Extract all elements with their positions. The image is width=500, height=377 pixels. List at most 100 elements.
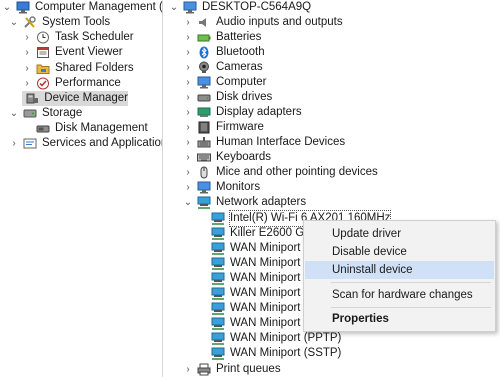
menu-item-disable-device[interactable]: Disable device bbox=[305, 243, 494, 261]
category-hid[interactable]: › Human Interface Devices bbox=[183, 135, 345, 150]
category-label: Monitors bbox=[216, 181, 261, 193]
category-network-adapters[interactable]: ⌄ Network adapters bbox=[183, 195, 306, 210]
chevron-right-icon[interactable]: › bbox=[22, 30, 32, 45]
tree-item-label: System Tools bbox=[42, 16, 111, 28]
category-firmware[interactable]: › Firmware bbox=[183, 120, 264, 135]
printer-icon bbox=[196, 363, 211, 376]
tree-item-label: Disk Management bbox=[55, 122, 148, 134]
chevron-right-icon[interactable]: › bbox=[183, 75, 193, 90]
menu-item-uninstall-device[interactable]: Uninstall device bbox=[305, 261, 494, 279]
computer-management-icon bbox=[15, 1, 30, 14]
tree-item-storage[interactable]: ⌄ Storage bbox=[9, 106, 82, 121]
chevron-down-icon[interactable]: ⌄ bbox=[9, 106, 19, 121]
chevron-right-icon[interactable]: › bbox=[183, 90, 193, 105]
tree-item-event-viewer[interactable]: › Event Viewer bbox=[22, 45, 123, 60]
tree-item-label: Device Manager bbox=[44, 92, 128, 104]
device-label: WAN Miniport ( bbox=[230, 257, 308, 269]
chevron-right-icon[interactable]: › bbox=[183, 120, 193, 135]
device-wan-miniport-pptp[interactable]: WAN Miniport (PPTP) bbox=[210, 331, 341, 346]
network-adapter-icon bbox=[210, 287, 225, 300]
tree-item-task-scheduler[interactable]: › Task Scheduler bbox=[22, 30, 134, 45]
category-label: Human Interface Devices bbox=[216, 136, 346, 148]
tree-item-shared-folders[interactable]: › Shared Folders bbox=[22, 61, 134, 76]
category-label: Display adapters bbox=[216, 106, 302, 118]
chevron-right-icon[interactable]: › bbox=[183, 180, 193, 195]
chevron-right-icon[interactable]: › bbox=[183, 60, 193, 75]
device-wan-miniport-sstp[interactable]: WAN Miniport (SSTP) bbox=[210, 346, 341, 361]
hid-icon bbox=[196, 136, 211, 149]
tree-item-label: Storage bbox=[42, 107, 83, 119]
display-adapter-icon bbox=[196, 106, 211, 119]
device-label: WAN Miniport ( bbox=[230, 287, 308, 299]
chevron-right-icon[interactable]: › bbox=[183, 135, 193, 150]
tree-item-label: DESKTOP-C564A9Q bbox=[202, 1, 312, 13]
menu-separator bbox=[331, 307, 491, 308]
chevron-down-icon[interactable]: ⌄ bbox=[9, 15, 19, 30]
chevron-right-icon[interactable]: › bbox=[183, 362, 193, 377]
device-label: WAN Miniport ( bbox=[230, 272, 308, 284]
tree-item-device-manager[interactable]: Device Manager bbox=[22, 91, 128, 106]
chevron-right-icon[interactable]: › bbox=[9, 136, 19, 151]
monitor-icon bbox=[196, 76, 211, 89]
chevron-right-icon[interactable]: › bbox=[22, 76, 32, 91]
network-adapter-icon bbox=[210, 317, 225, 330]
device-wan-miniport[interactable]: WAN Miniport ( bbox=[210, 316, 308, 331]
category-label: Batteries bbox=[216, 31, 262, 43]
category-mice[interactable]: › Mice and other pointing devices bbox=[183, 165, 378, 180]
device-wan-miniport[interactable]: WAN Miniport ( bbox=[210, 301, 308, 316]
device-wan-miniport[interactable]: WAN Miniport ( bbox=[210, 256, 308, 271]
chevron-down-icon[interactable]: ⌄ bbox=[169, 0, 179, 15]
chevron-right-icon[interactable]: › bbox=[22, 45, 32, 60]
category-audio[interactable]: › Audio inputs and outputs bbox=[183, 15, 342, 30]
chevron-right-icon[interactable]: › bbox=[22, 61, 32, 76]
chevron-down-icon[interactable]: ⌄ bbox=[2, 0, 12, 15]
tree-item-computer-management[interactable]: ⌄ Computer Management (Local) bbox=[2, 0, 162, 15]
chevron-right-icon[interactable]: › bbox=[183, 165, 193, 180]
keyboard-icon bbox=[196, 151, 211, 164]
category-print-queues[interactable]: › Print queues bbox=[183, 362, 281, 377]
network-adapter-icon bbox=[210, 272, 225, 285]
chevron-right-icon[interactable]: › bbox=[183, 105, 193, 120]
category-computer[interactable]: › Computer bbox=[183, 75, 267, 90]
tree-item-label: Performance bbox=[55, 77, 121, 89]
device-label: WAN Miniport ( bbox=[230, 242, 308, 254]
network-adapter-icon bbox=[210, 257, 225, 270]
network-adapter-icon bbox=[210, 302, 225, 315]
category-keyboards[interactable]: › Keyboards bbox=[183, 150, 271, 165]
menu-item-scan-hardware[interactable]: Scan for hardware changes bbox=[305, 286, 494, 304]
chevron-right-icon[interactable]: › bbox=[183, 45, 193, 60]
chevron-down-icon[interactable]: ⌄ bbox=[183, 195, 193, 210]
tree-item-system-tools[interactable]: ⌄ System Tools bbox=[9, 15, 110, 30]
device-wan-miniport[interactable]: WAN Miniport ( bbox=[210, 271, 308, 286]
tree-item-disk-management[interactable]: Disk Management bbox=[22, 121, 148, 136]
device-wan-miniport[interactable]: WAN Miniport ( bbox=[210, 241, 308, 256]
menu-separator bbox=[331, 282, 491, 283]
tree-item-label: Shared Folders bbox=[55, 62, 134, 74]
category-cameras[interactable]: › Cameras bbox=[183, 60, 263, 75]
monitor-icon bbox=[196, 181, 211, 194]
category-disk-drives[interactable]: › Disk drives bbox=[183, 90, 272, 105]
category-display-adapters[interactable]: › Display adapters bbox=[183, 105, 302, 120]
chevron-right-icon[interactable]: › bbox=[183, 15, 193, 30]
network-adapter-icon bbox=[196, 196, 211, 209]
tree-item-label: Task Scheduler bbox=[55, 31, 134, 43]
tree-item-performance[interactable]: › Performance bbox=[22, 76, 121, 91]
speaker-icon bbox=[196, 16, 211, 29]
disk-drive-icon bbox=[196, 91, 211, 104]
category-batteries[interactable]: › Batteries bbox=[183, 30, 261, 45]
shared-folder-icon bbox=[35, 62, 50, 75]
menu-item-properties[interactable]: Properties bbox=[305, 310, 494, 328]
device-manager-icon bbox=[25, 92, 39, 105]
category-bluetooth[interactable]: › Bluetooth bbox=[183, 45, 265, 60]
chevron-right-icon[interactable]: › bbox=[183, 150, 193, 165]
category-monitors[interactable]: › Monitors bbox=[183, 180, 260, 195]
chevron-right-icon[interactable]: › bbox=[183, 30, 193, 45]
category-label: Bluetooth bbox=[216, 46, 265, 58]
storage-icon bbox=[22, 107, 37, 120]
device-wan-miniport[interactable]: WAN Miniport ( bbox=[210, 286, 308, 301]
tree-item-services-applications[interactable]: › Services and Applications bbox=[9, 136, 162, 151]
tree-item-desktop-root[interactable]: ⌄ DESKTOP-C564A9Q bbox=[169, 0, 311, 15]
menu-item-update-driver[interactable]: Update driver bbox=[305, 225, 494, 243]
bluetooth-icon bbox=[196, 46, 211, 59]
network-adapter-icon bbox=[210, 212, 225, 225]
